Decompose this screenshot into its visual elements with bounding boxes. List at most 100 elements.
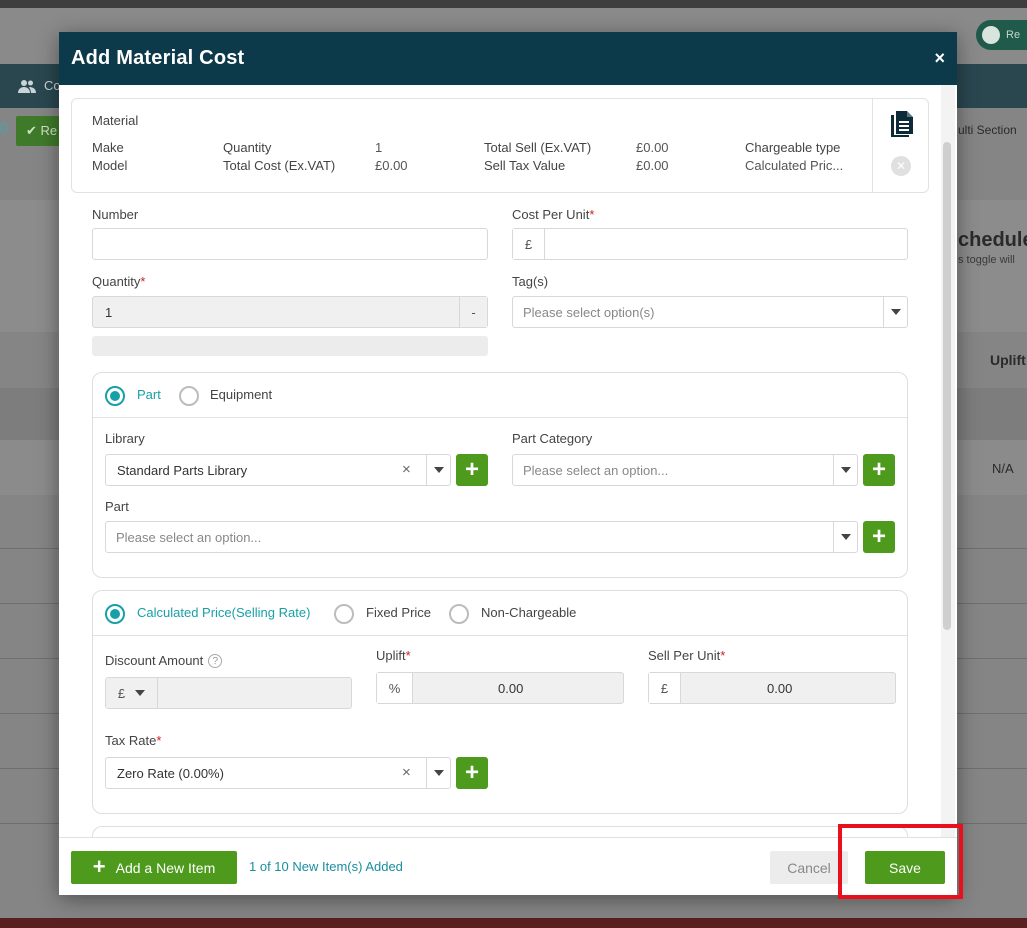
save-highlight-box (838, 824, 963, 899)
clear-icon[interactable]: × (402, 461, 411, 478)
add-tax-rate-button[interactable]: + (456, 757, 488, 789)
tags-select[interactable]: Please select option(s) (512, 296, 908, 328)
chevron-down-icon[interactable] (426, 455, 450, 485)
clear-icon[interactable]: × (402, 764, 411, 781)
scrollbar-thumb[interactable] (943, 142, 951, 630)
add-library-button[interactable]: + (456, 454, 488, 486)
radio-non-chargeable-label[interactable]: Non-Chargeable (481, 605, 576, 620)
add-new-item-label: Add a New Item (115, 859, 216, 876)
model-label: Model (92, 158, 128, 173)
chargeable-type-label: Chargeable type (745, 140, 841, 155)
next-card (92, 826, 908, 837)
close-icon[interactable]: × (934, 48, 945, 69)
sell-tax-value: £0.00 (636, 158, 669, 173)
total-cost-value: £0.00 (375, 158, 408, 173)
radio-part[interactable] (105, 386, 125, 406)
cancel-button[interactable]: Cancel (770, 851, 848, 884)
help-icon[interactable]: ? (208, 654, 223, 668)
background-footer (0, 918, 1027, 928)
percent-prefix: % (377, 673, 413, 703)
sell-per-unit-input[interactable]: £ 0.00 (648, 672, 896, 704)
chevron-down-icon[interactable] (833, 455, 857, 485)
discount-currency-select[interactable]: £ (106, 678, 158, 708)
material-summary: Material Make Model Quantity 1 Total Cos… (71, 98, 929, 193)
users-icon (18, 79, 36, 93)
radio-equipment[interactable] (179, 386, 199, 406)
radio-calculated-price[interactable] (105, 604, 125, 624)
quantity-input[interactable]: 1 - (92, 296, 488, 328)
total-cost-label: Total Cost (Ex.VAT) (223, 158, 336, 173)
dialog-header: Add Material Cost × (59, 32, 957, 85)
quantity-label: Quantity* (92, 274, 146, 289)
sell-per-unit-label: Sell Per Unit* (648, 648, 726, 663)
quantity-summary-value: 1 (375, 140, 383, 155)
make-label: Make (92, 140, 124, 155)
uplift-label: Uplift* (376, 648, 411, 663)
part-category-select[interactable]: Please select an option... (512, 454, 858, 486)
quantity-stepper[interactable]: - (459, 297, 487, 327)
remove-item-icon[interactable]: ✕ (891, 156, 911, 176)
cost-per-unit-input[interactable]: £ (512, 228, 908, 260)
radio-fixed-price-label[interactable]: Fixed Price (366, 605, 431, 620)
required-mark: * (140, 274, 146, 289)
chevron-down-icon (135, 690, 146, 696)
document-icon[interactable] (891, 111, 913, 137)
uplift-value: 0.00 (498, 681, 524, 696)
radio-non-chargeable[interactable] (449, 604, 469, 624)
background-nav-item: Co (18, 78, 61, 93)
part-category-label: Part Category (512, 431, 593, 446)
sell-per-unit-value: 0.00 (767, 681, 793, 696)
radio-equipment-label[interactable]: Equipment (210, 387, 272, 402)
add-part-category-button[interactable]: + (863, 454, 895, 486)
dialog-footer: + Add a New Item 1 of 10 New Item(s) Adde… (59, 837, 957, 895)
quantity-summary-label: Quantity (223, 140, 272, 155)
radio-part-label[interactable]: Part (137, 387, 161, 402)
quantity-value: 1 (105, 305, 113, 320)
item-type-card: Part Equipment Library Standard Parts Li… (92, 372, 908, 578)
background-topbar (0, 0, 1027, 8)
number-input[interactable] (92, 228, 488, 260)
library-label: Library (105, 431, 145, 446)
background-pill-icon (982, 26, 1000, 44)
background-pill: Re (976, 20, 1027, 50)
background-text: s toggle will (958, 254, 1015, 266)
discount-amount-input[interactable]: £ (105, 677, 352, 709)
summary-details: Material Make Model Quantity 1 Total Cos… (72, 99, 873, 192)
cost-per-unit-label: Cost Per Unit* (512, 207, 595, 222)
number-label: Number (92, 207, 139, 222)
radio-calculated-price-label[interactable]: Calculated Price(Selling Rate) (137, 605, 310, 620)
add-part-button[interactable]: + (863, 521, 895, 553)
dialog-body: Material Make Model Quantity 1 Total Cos… (59, 85, 957, 837)
sell-tax-label: Sell Tax Value (484, 158, 566, 173)
background-count: 0 (0, 120, 9, 137)
dialog-title: Add Material Cost (71, 47, 245, 69)
tax-rate-label: Tax Rate* (105, 733, 162, 748)
background-column-header: Uplift (990, 352, 1026, 368)
summary-title: Material (92, 113, 139, 128)
pricing-card: Calculated Price(Selling Rate) Fixed Pri… (92, 590, 908, 814)
library-select[interactable]: Standard Parts Library × (105, 454, 451, 486)
quantity-helper-bar (92, 336, 488, 356)
total-sell-label: Total Sell (Ex.VAT) (484, 140, 592, 155)
part-label: Part (105, 499, 129, 514)
chevron-down-icon[interactable] (426, 758, 450, 788)
tax-rate-select[interactable]: Zero Rate (0.00%) × (105, 757, 451, 789)
required-mark: * (405, 648, 411, 663)
chargeable-type-value: Calculated Pric... (745, 158, 844, 173)
part-select[interactable]: Please select an option... (105, 521, 858, 553)
radio-fixed-price[interactable] (334, 604, 354, 624)
currency-prefix: £ (649, 673, 681, 703)
add-material-cost-dialog: Add Material Cost × Material Make Model … (59, 32, 957, 895)
required-mark: * (589, 207, 595, 222)
discount-amount-label: Discount Amount? (105, 653, 223, 668)
uplift-input[interactable]: % 0.00 (376, 672, 624, 704)
add-new-item-button[interactable]: + Add a New Item (71, 851, 237, 884)
tags-placeholder: Please select option(s) (523, 305, 655, 320)
plus-icon: + (92, 853, 106, 879)
chevron-down-icon[interactable] (883, 297, 907, 327)
tax-rate-value: Zero Rate (0.00%) (117, 766, 224, 781)
background-pill-text: Re (1006, 29, 1021, 41)
chevron-down-icon[interactable] (833, 522, 857, 552)
items-added-link[interactable]: 1 of 10 New Item(s) Added (249, 859, 403, 874)
required-mark: * (720, 648, 726, 663)
